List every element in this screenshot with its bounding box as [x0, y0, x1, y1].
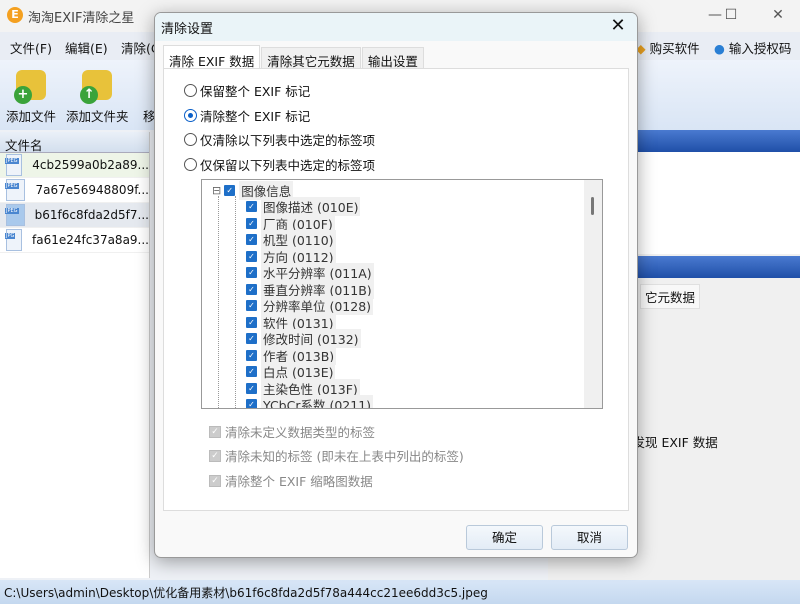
collapse-icon[interactable]: ⊟ — [212, 184, 221, 197]
buy-label: 购买软件 — [649, 41, 700, 56]
file-row[interactable]: JPG fa61e24fc37a8a9... — [0, 228, 149, 253]
license-label: 输入授权码 — [728, 41, 792, 56]
tree-node-tag[interactable]: ✓ 软件 (0131) — [212, 312, 602, 332]
radio-clear-exif[interactable]: 清除整个 EXIF 标记 — [184, 106, 310, 125]
tree-node-image-info[interactable]: ⊟ ✓ 图像信息 — [212, 180, 602, 200]
option-clear-undefined-type: ✓ 清除未定义数据类型的标签 — [209, 422, 375, 441]
add-folder-icon: ↑ — [80, 70, 113, 104]
tab-clean-exif[interactable]: 清除 EXIF 数据 — [163, 45, 261, 69]
checkbox-checked-icon[interactable]: ✓ — [246, 382, 257, 394]
file-name: fa61e24fc37a8a9... — [31, 233, 149, 247]
tree-node-tag[interactable]: ✓ YCbCr系数 (0211) — [212, 395, 602, 408]
tree-node-tag[interactable]: ✓ 水平分辨率 (011A) — [212, 263, 602, 283]
buy-software-link[interactable]: ◆ 购买软件 — [636, 38, 700, 57]
checkbox-checked-icon[interactable]: ✓ — [246, 217, 257, 229]
jpeg-file-icon: JPEG — [5, 179, 26, 201]
file-row[interactable]: JPEG 4cb2599a0b2a89... — [0, 153, 149, 178]
option-clear-thumbnail: ✓ 清除整个 EXIF 缩略图数据 — [209, 471, 373, 490]
tree-node-tag[interactable]: ✓ 作者 (013B) — [212, 345, 602, 365]
jpg-file-icon: JPG — [5, 229, 22, 251]
tree-node-tag[interactable]: ✓ 白点 (013E) — [212, 362, 602, 382]
checkbox-checked-icon[interactable]: ✓ — [246, 366, 257, 378]
ok-button[interactable]: 确定 — [466, 525, 543, 550]
tag-label: YCbCr系数 (0211) — [261, 395, 374, 408]
tab-other-metadata[interactable]: 它元数据 — [640, 284, 701, 309]
file-row-selected[interactable]: JPEG b61f6c8fda2d5f7... — [0, 203, 149, 228]
dialog-close-button[interactable]: ✕ — [605, 15, 631, 36]
add-folder-button[interactable]: ↑ 添加文件夹 — [66, 70, 129, 125]
file-name: 4cb2599a0b2a89... — [32, 158, 149, 172]
jpeg-file-icon: JPEG — [5, 154, 23, 176]
checkbox-checked-icon[interactable]: ✓ — [246, 267, 257, 279]
dialog-tabs: 清除 EXIF 数据 清除其它元数据 输出设置 — [163, 45, 425, 69]
checkbox-checked-icon[interactable]: ✓ — [246, 283, 257, 295]
checkbox-checked-icon[interactable]: ✓ — [246, 316, 257, 328]
add-file-icon: + — [14, 70, 46, 104]
scrollbar-thumb[interactable] — [591, 197, 594, 215]
tree-node-tag[interactable]: ✓ 厂商 (010F) — [212, 213, 602, 233]
radio-keep-exif[interactable]: 保留整个 EXIF 标记 — [184, 81, 310, 100]
tab-clean-other-metadata[interactable]: 清除其它元数据 — [261, 47, 361, 69]
user-icon: ● — [714, 41, 725, 56]
app-title: 淘淘EXIF清除之星 — [28, 11, 135, 26]
filename-column-header[interactable]: 文件名 — [0, 132, 149, 153]
tab-output-settings[interactable]: 输出设置 — [361, 47, 424, 69]
checkbox-checked-icon[interactable]: ✓ — [246, 201, 257, 213]
exif-tag-tree[interactable]: ⊟ ✓ 图像信息 ✓ 图像描述 (010E) ✓ 厂商 (010F) ✓ 机型 (0110) ✓… — [201, 179, 603, 409]
add-folder-label: 添加文件夹 — [66, 109, 129, 124]
file-name: b61f6c8fda2d5f7... — [34, 208, 149, 222]
radio-keep-selected[interactable]: 仅保留以下列表中选定的标签项 — [184, 155, 375, 174]
add-file-button[interactable]: + 添加文件 — [6, 70, 56, 125]
checkbox-checked-icon[interactable]: ✓ — [246, 333, 257, 345]
tab-panel: 保留整个 EXIF 标记 清除整个 EXIF 标记 仅清除以下列表中选定的标签项… — [163, 68, 629, 511]
clean-settings-dialog: 清除设置 ✕ 清除 EXIF 数据 清除其它元数据 输出设置 保留整个 EXIF… — [154, 12, 638, 558]
maximize-button[interactable]: ☐ — [716, 4, 746, 26]
status-bar: C:\Users\admin\Desktop\优化备用素材\b61f6c8fda… — [0, 580, 800, 604]
close-button[interactable]: ✕ — [763, 4, 793, 26]
checkbox-checked-icon[interactable]: ✓ — [246, 250, 257, 262]
menu-edit[interactable]: 编辑(E) — [65, 38, 108, 57]
enter-license-link[interactable]: ● 输入授权码 — [714, 38, 791, 57]
tree-scrollbar[interactable] — [584, 180, 602, 408]
cancel-button[interactable]: 取消 — [551, 525, 628, 550]
checkbox-checked-icon[interactable]: ✓ — [246, 300, 257, 312]
tree-node-tag[interactable]: ✓ 机型 (0110) — [212, 230, 602, 250]
app-logo-icon: E — [7, 7, 23, 23]
file-list: 文件名 JPEG 4cb2599a0b2a89... JPEG 7a67e56948… — [0, 132, 150, 578]
option-clear-unknown-tags: ✓ 清除未知的标签 (即未在上表中列出的标签) — [209, 446, 464, 465]
file-row[interactable]: JPEG 7a67e56948809f... — [0, 178, 149, 203]
add-file-label: 添加文件 — [6, 109, 57, 124]
menu-file[interactable]: 文件(F) — [10, 38, 52, 57]
radio-clear-selected[interactable]: 仅清除以下列表中选定的标签项 — [184, 130, 375, 149]
jpeg-file-icon: JPEG — [5, 204, 25, 226]
tree-node-tag[interactable]: ✓ 分辨率单位 (0128) — [212, 296, 602, 316]
tree-node-tag[interactable]: ✓ 垂直分辨率 (011B) — [212, 279, 602, 299]
checkbox-checked-icon[interactable]: ✓ — [246, 399, 257, 408]
tree-node-tag[interactable]: ✓ 修改时间 (0132) — [212, 329, 602, 349]
checkbox-checked-icon[interactable]: ✓ — [224, 184, 236, 196]
tree-node-tag[interactable]: ✓ 方向 (0112) — [212, 246, 602, 266]
file-name: 7a67e56948809f... — [35, 183, 149, 197]
checkbox-checked-icon[interactable]: ✓ — [246, 234, 257, 246]
checkbox-checked-icon[interactable]: ✓ — [246, 349, 257, 361]
tree-node-tag[interactable]: ✓ 图像描述 (010E) — [212, 197, 602, 217]
tree-node-tag[interactable]: ✓ 主染色性 (013F) — [212, 378, 602, 398]
dialog-title: 清除设置 — [155, 13, 637, 41]
